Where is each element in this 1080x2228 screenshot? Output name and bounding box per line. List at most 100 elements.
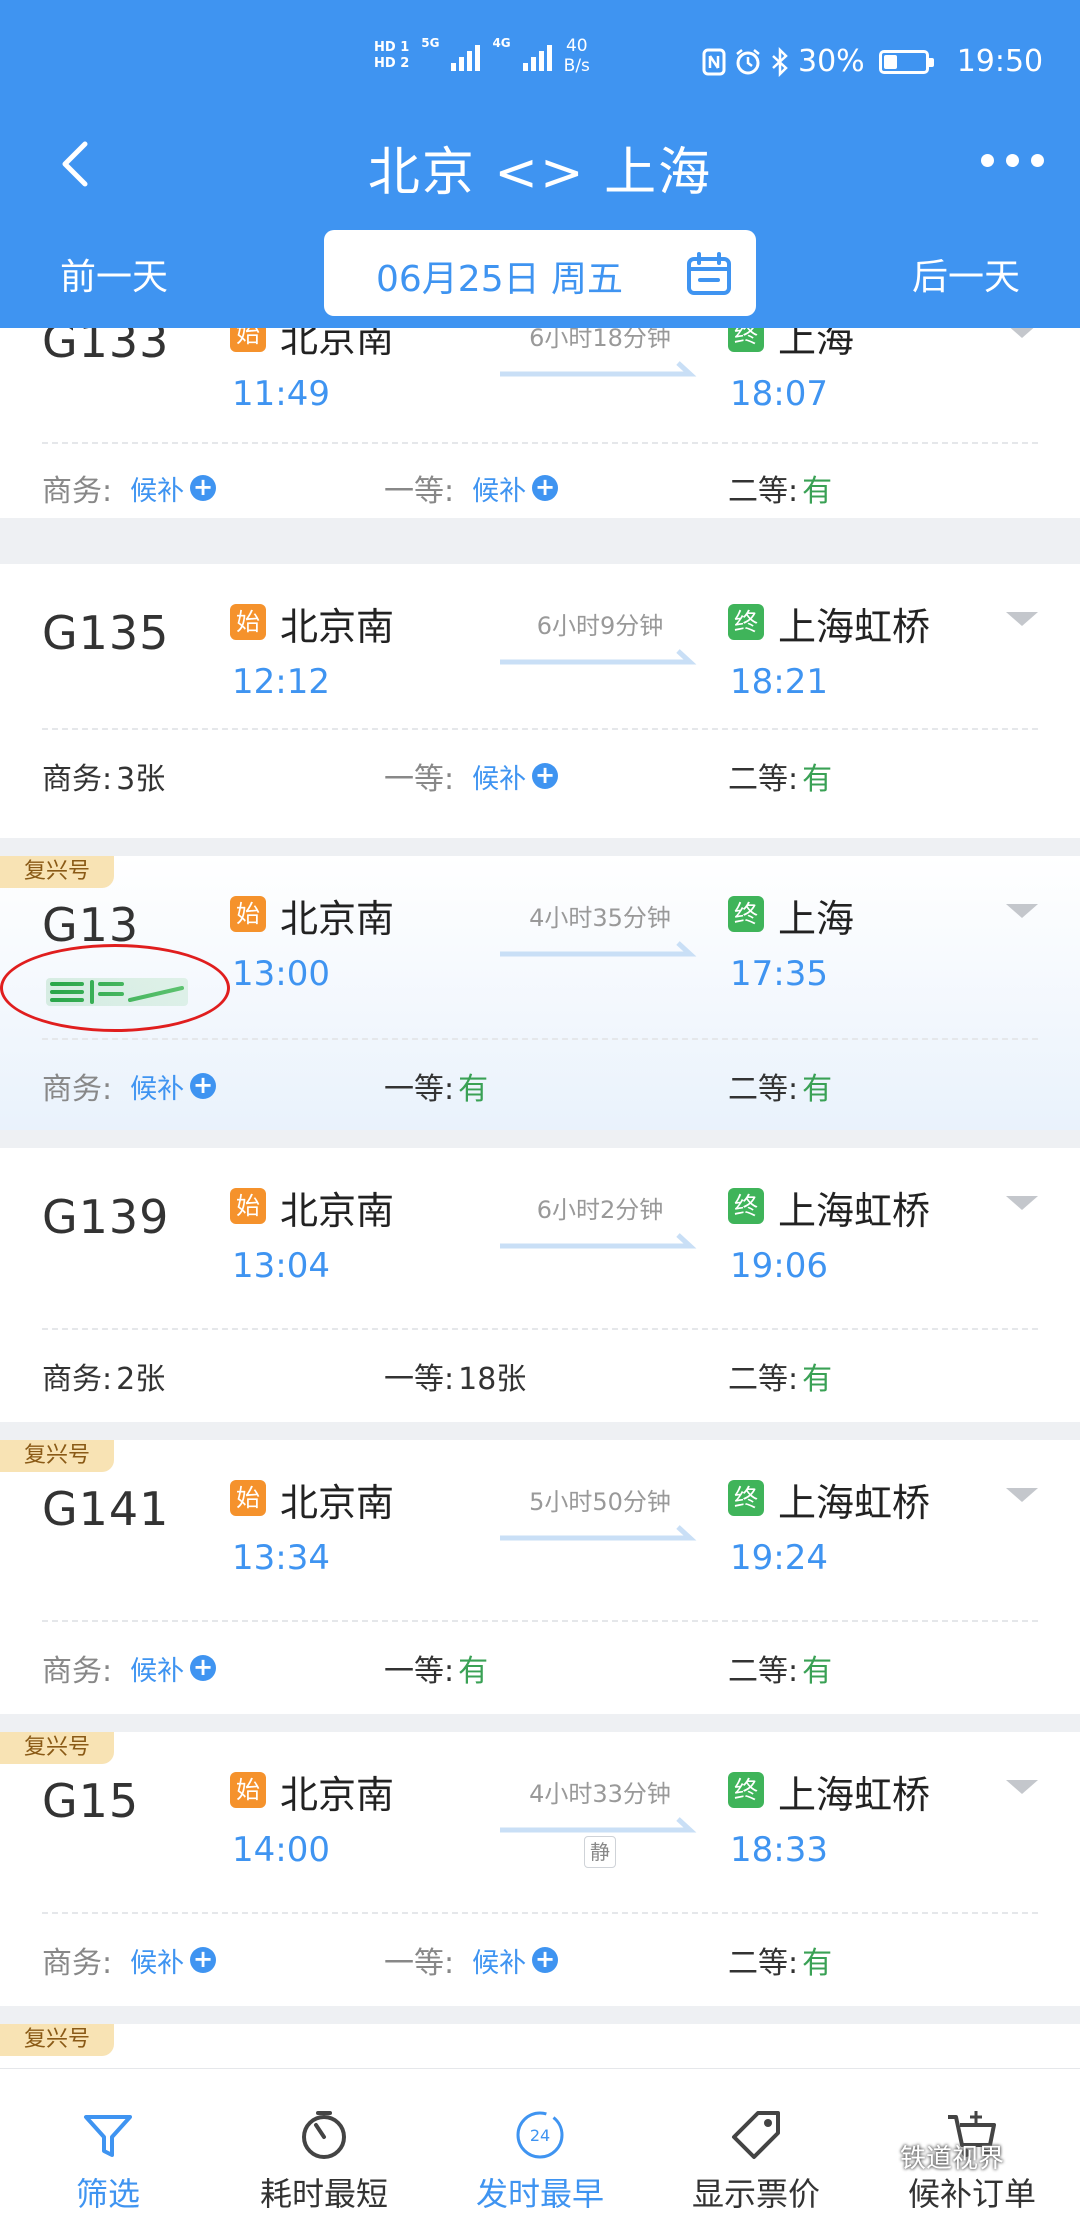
departure-time: 13:34	[232, 1538, 330, 1578]
alarm-icon	[736, 48, 760, 74]
train-number: G139	[42, 1190, 170, 1244]
end-station-badge: 终	[728, 604, 764, 640]
battery-percent: 30%	[798, 44, 865, 79]
train-card[interactable]: 复兴号 G141 始 北京南 5小时50分钟 终 上海虹桥 13:34 19:2…	[0, 1440, 1080, 1714]
seat-label: 二等:	[728, 762, 799, 797]
prev-day-button[interactable]: 前一天	[60, 248, 168, 300]
train-card[interactable]: G133 始 北京南 6小时18分钟 终 上海 11:49 18:07 商务: 候…	[0, 328, 1080, 518]
seat-label: 一等:	[384, 1946, 455, 1981]
expand-icon[interactable]	[1006, 612, 1038, 626]
seat-value: 有	[802, 762, 833, 797]
tab-label: 筛选	[75, 2175, 140, 2213]
start-station-badge: 始	[230, 1772, 266, 1808]
tab-label: 显示票价	[691, 2175, 820, 2213]
duration: 6小时2分钟	[536, 1196, 664, 1224]
net-speed-value: 40	[565, 36, 588, 56]
bluetooth-icon	[772, 46, 788, 77]
arrival-station: 上海虹桥	[778, 1773, 931, 1817]
train-card[interactable]: G135 始 北京南 6小时9分钟 终 上海虹桥 12:12 18:21 商务:…	[0, 564, 1080, 838]
date-label: 06月25日 周五	[376, 259, 624, 300]
expand-icon[interactable]	[1006, 1780, 1038, 1794]
seat-first: 一等: 有	[384, 1064, 488, 1108]
card-divider	[42, 1328, 1038, 1330]
seat-label: 一等:	[384, 1362, 455, 1397]
seat-value: 有	[802, 474, 833, 509]
seat-value[interactable]: 候补	[472, 1941, 526, 1980]
date-picker[interactable]: 06月25日 周五	[324, 230, 756, 316]
journey-arrow-icon	[500, 361, 697, 377]
add-waitlist-icon[interactable]: +	[190, 475, 217, 501]
add-waitlist-icon[interactable]: +	[532, 1947, 559, 1973]
duration: 5小时50分钟	[529, 1488, 671, 1516]
journey-arrow-icon	[500, 1233, 697, 1249]
card-divider	[42, 1620, 1038, 1622]
net-speed: 40 B/s	[564, 36, 590, 76]
seat-first: 一等: 候补 +	[384, 466, 559, 510]
seat-first: 一等: 有	[384, 1646, 488, 1690]
train-card[interactable]: 复兴号 G13 始 北京南 4小时35分钟 终 上海 13:00 17:35 商…	[0, 856, 1080, 1130]
status-bar-system: 30% 19:50	[702, 44, 1043, 79]
net2-label: 4G	[492, 36, 511, 50]
tab-label: 发时最早	[475, 2175, 604, 2213]
next-day-button[interactable]: 后一天	[912, 248, 1020, 300]
seat-first: 一等: 候补 +	[384, 754, 559, 798]
seat-value: 有	[802, 1072, 833, 1107]
start-station-badge: 始	[230, 896, 266, 932]
stopwatch-icon	[302, 2111, 346, 2159]
hd2-label: HD 2	[374, 56, 410, 71]
start-station-badge: 始	[230, 604, 266, 640]
tab-filter[interactable]: 筛选	[0, 2069, 216, 2228]
seat-value[interactable]: 候补	[130, 1067, 184, 1106]
add-waitlist-icon[interactable]: +	[190, 1655, 217, 1681]
expand-icon[interactable]	[1006, 328, 1038, 338]
start-station-badge: 始	[230, 1188, 266, 1224]
tab-label: 耗时最短	[259, 2175, 388, 2213]
expand-icon[interactable]	[1006, 1196, 1038, 1210]
train-card[interactable]: 复兴号 G15 始 北京南 4小时33分钟 静 终 上海虹桥 14:00 18:…	[0, 1732, 1080, 2006]
tab-show-price[interactable]: 显示票价	[648, 2069, 864, 2228]
seat-value[interactable]: 候补	[472, 757, 526, 796]
add-waitlist-icon[interactable]: +	[190, 1947, 217, 1973]
duration: 4小时33分钟	[529, 1780, 671, 1808]
seat-value[interactable]: 候补	[130, 1649, 184, 1688]
seat-label: 二等:	[728, 474, 799, 509]
seat-label: 商务:	[42, 762, 113, 797]
seat-second: 二等: 有	[728, 1938, 832, 1982]
seat-value: 有	[802, 1946, 833, 1981]
expand-icon[interactable]	[1006, 904, 1038, 918]
nav-bar: 北京 <> 上海	[0, 120, 1080, 206]
fuxing-tag: 复兴号	[0, 1440, 114, 1472]
train-card[interactable]: 复兴号	[0, 2024, 1080, 2068]
train-card[interactable]: G139 始 北京南 6小时2分钟 终 上海虹桥 13:04 19:06 商务:…	[0, 1148, 1080, 1422]
more-button[interactable]	[981, 154, 1044, 167]
add-waitlist-icon[interactable]: +	[532, 475, 559, 501]
fuxing-tag: 复兴号	[0, 1732, 114, 1764]
train-list: G133 始 北京南 6小时18分钟 终 上海 11:49 18:07 商务: 候…	[0, 328, 1080, 2068]
add-waitlist-icon[interactable]: +	[190, 1073, 217, 1099]
add-waitlist-icon[interactable]: +	[532, 763, 559, 789]
seat-second: 二等: 有	[728, 754, 832, 798]
seat-value: 有	[802, 1654, 833, 1689]
seat-value: 18张	[458, 1362, 527, 1397]
seat-value: 有	[802, 1362, 833, 1397]
journey-arrow-icon	[500, 1817, 697, 1833]
seat-value[interactable]: 候补	[130, 469, 184, 508]
start-station-badge: 始	[230, 1480, 266, 1516]
arrival-station: 上海虹桥	[778, 1189, 931, 1233]
arrival-station: 上海	[778, 897, 855, 941]
duration: 6小时18分钟	[529, 328, 671, 352]
seat-value[interactable]: 候补	[472, 469, 526, 508]
arrival-station: 上海	[778, 328, 855, 361]
seat-label: 商务:	[42, 1946, 113, 1981]
card-divider	[42, 1912, 1038, 1914]
status-bar: HD 1 HD 2 5G 4G 40 B/s 30% 19:50	[0, 30, 1080, 100]
tab-shortest-duration[interactable]: 耗时最短	[216, 2069, 432, 2228]
seat-label: 商务:	[42, 1072, 113, 1107]
seat-business: 商务: 候补 +	[42, 466, 217, 510]
app-header: HD 1 HD 2 5G 4G 40 B/s 30% 19:50 北京 <> 上…	[0, 0, 1080, 328]
departure-station: 北京南	[280, 897, 395, 941]
expand-icon[interactable]	[1006, 1488, 1038, 1502]
tab-earliest-departure[interactable]: 24 发时最早	[432, 2069, 648, 2228]
seat-label: 二等:	[728, 1946, 799, 1981]
seat-value[interactable]: 候补	[130, 1941, 184, 1980]
